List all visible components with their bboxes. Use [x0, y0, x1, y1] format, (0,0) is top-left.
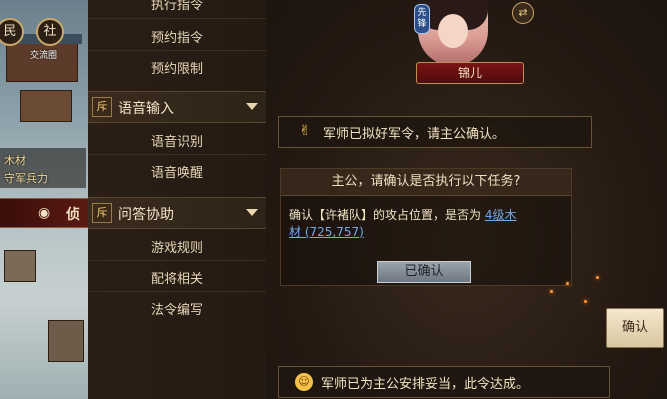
game-map[interactable]: 民 社 交流圈 木材 守军兵力 ◉ 侦 [0, 0, 88, 399]
garrison-label: 守军兵力 [4, 172, 48, 185]
resource-box[interactable]: 木材 守军兵力 [0, 148, 86, 188]
spark [550, 290, 553, 293]
menu-item-voice-recognition[interactable]: 语音识别 [88, 131, 266, 150]
menu-item-decree-writing[interactable]: 法令编写 [88, 299, 266, 318]
divider [88, 291, 266, 292]
menu-item-general-setup[interactable]: 配将相关 [88, 268, 266, 287]
menu-item-game-rules[interactable]: 游戏规则 [88, 237, 266, 256]
smile-icon: ☺ [295, 373, 313, 391]
spark [566, 282, 569, 285]
she-button[interactable]: 社 [36, 18, 64, 46]
target-link[interactable]: 4级木 [485, 208, 517, 222]
map-building [4, 250, 36, 282]
divider [88, 260, 266, 261]
menu-item-execute[interactable]: 执行指令 [88, 0, 266, 13]
menu-item-reserve[interactable]: 预约指令 [88, 27, 266, 46]
message-text: 军师已拟好军令，请主公确认。 [323, 127, 506, 142]
section-qa-label: 问答协助 [118, 207, 174, 223]
assistant-menu: 执行指令 预约指令 预约限制 斥 语音输入 语音识别 语音唤醒 斥 问答协助 游… [88, 0, 266, 399]
chevron-down-icon [246, 103, 258, 110]
map-building [20, 90, 72, 122]
eye-icon: ◉ [38, 205, 51, 221]
divider [88, 154, 266, 155]
vanguard-badge: 先锋 [414, 4, 430, 34]
confirmed-button[interactable]: 已确认 [377, 261, 471, 283]
avatar-face [438, 14, 468, 48]
task-confirm-card: 主公，请确认是否执行以下任务? 确认【许褚队】的攻占位置，是否为 4级木 材 (… [280, 168, 572, 286]
spy-bar[interactable]: ◉ 侦 [0, 198, 88, 228]
swap-icon[interactable]: ⇄ [512, 2, 534, 24]
menu-item-reserve-limit[interactable]: 预约限制 [88, 58, 266, 77]
chat-panel: 先锋 ⇄ 锦儿 ✌ 军师已拟好军令，请主公确认。 主公，请确认是否执行以下任务?… [266, 0, 667, 399]
task-text: 确认【许褚队】的攻占位置，是否为 [289, 208, 482, 222]
she-caption: 交流圈 [30, 51, 58, 61]
spark [584, 300, 587, 303]
menu-item-voice-wake[interactable]: 语音唤醒 [88, 162, 266, 181]
map-building [48, 320, 84, 362]
section-qa[interactable]: 斥 问答协助 [88, 197, 266, 229]
victory-hand-icon: ✌ [299, 123, 311, 139]
task-body: 确认【许褚队】的攻占位置，是否为 4级木 材 (725,757) [289, 207, 563, 241]
chat-message: ☺ 军师已为主公安排妥当，此令达成。 [278, 366, 610, 398]
message-text: 军师已为主公安排妥当，此令达成。 [321, 377, 530, 392]
section-voice-label: 语音输入 [118, 101, 174, 117]
map-building [6, 40, 78, 82]
spark [596, 276, 599, 279]
section-icon: 斥 [92, 203, 112, 223]
spy-label: 侦 [66, 207, 80, 223]
general-name: 锦儿 [416, 62, 524, 84]
section-voice-input[interactable]: 斥 语音输入 [88, 91, 266, 123]
section-icon: 斥 [92, 97, 112, 117]
confirm-button[interactable]: 确认 [606, 308, 664, 348]
resource-label: 木材 [4, 154, 26, 167]
divider [88, 50, 266, 51]
chat-message: ✌ 军师已拟好军令，请主公确认。 [278, 116, 592, 148]
task-title: 主公，请确认是否执行以下任务? [281, 169, 571, 196]
divider [88, 18, 266, 19]
chevron-down-icon [246, 209, 258, 216]
target-coords-link[interactable]: 材 (725,757) [289, 225, 364, 239]
